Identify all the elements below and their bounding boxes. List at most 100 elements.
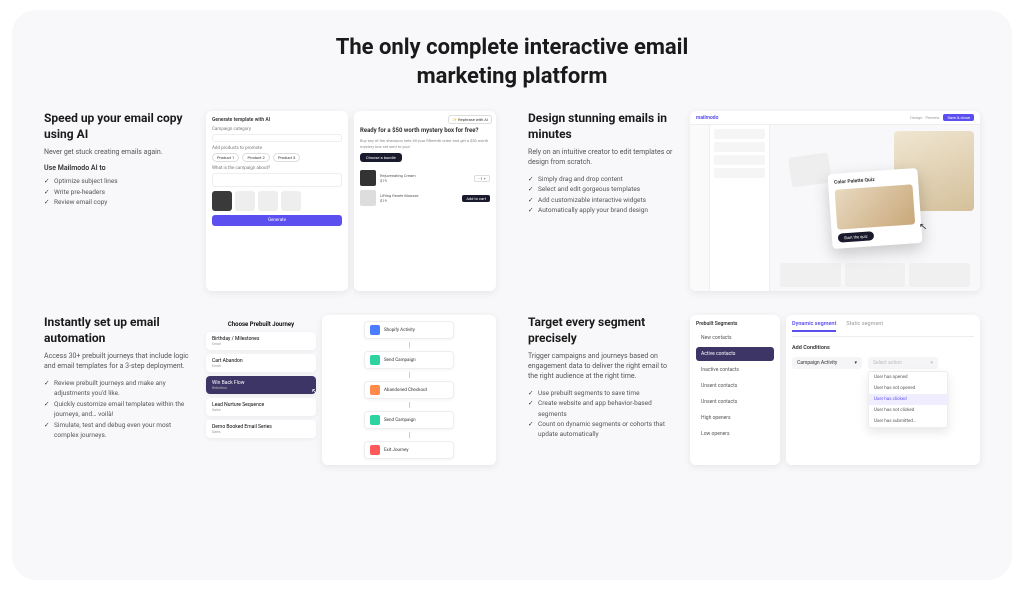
editor-panel: mailmodo Design Preview Save & close	[690, 111, 980, 291]
recommendations-row	[780, 263, 970, 287]
feature-title: Instantly set up email automation	[44, 315, 194, 346]
textarea-input[interactable]	[212, 173, 342, 187]
journey-flow: Shopify Activity Send Campaign Abandoned…	[322, 315, 496, 465]
operator-select[interactable]: Select action ▾	[868, 357, 938, 369]
journey-list: Choose Prebuilt Journey Birthday / Miles…	[206, 315, 316, 465]
preview-cta-button[interactable]: Choose a bundle	[360, 153, 402, 162]
journey-item-selected[interactable]: Win Back FlowRetention↖	[206, 376, 316, 394]
layer-item[interactable]	[714, 129, 765, 139]
editor-topbar: mailmodo Design Preview Save & close	[690, 111, 980, 125]
tab-static[interactable]: Static segment	[846, 321, 883, 332]
dropdown-option[interactable]: User has opened	[869, 372, 947, 383]
sidebar-title: Prebuilt Segments	[696, 321, 774, 327]
feature-ai-copy: Speed up your email copy using AI Never …	[44, 111, 496, 291]
rec-item	[845, 263, 906, 287]
dropdown-option[interactable]: User has not clicked	[869, 405, 947, 416]
pill[interactable]: Product 2	[242, 153, 269, 162]
thumb-icon[interactable]	[281, 191, 301, 211]
pill[interactable]: Product 1	[212, 153, 239, 162]
preview-heading: Ready for a $50 worth mystery box for fr…	[360, 127, 490, 134]
rec-item	[909, 263, 970, 287]
condition-row: Campaign Activity ▾ Select action ▾ User…	[792, 357, 974, 369]
layer-item[interactable]	[714, 168, 765, 178]
bullet: Select and edit gorgeous templates	[528, 184, 678, 194]
segment-item[interactable]: Unsent contacts	[696, 379, 774, 393]
dropdown-option-highlighted[interactable]: User has clicked	[869, 394, 947, 405]
feature-bullets: Use prebuilt segments to save time Creat…	[528, 388, 678, 440]
marketing-page: The only complete interactive email mark…	[12, 10, 1012, 580]
hero-line-1: The only complete interactive email	[336, 35, 689, 60]
flow-node[interactable]: Shopify Activity	[364, 321, 454, 339]
pill[interactable]: Product 3	[273, 153, 300, 162]
preview-body: Buy any of the shampoo sets till your fi…	[360, 138, 490, 149]
connector-icon	[409, 372, 410, 378]
feature-bullets: Review prebuilt journeys and make any ad…	[44, 378, 194, 440]
bullet: Write pre-headers	[44, 187, 194, 197]
condition-icon	[370, 385, 380, 395]
journey-item[interactable]: Lead Nurture SequenceSales	[206, 398, 316, 416]
bullet: Automatically apply your brand design	[528, 205, 678, 215]
trigger-icon	[370, 325, 380, 335]
segment-item[interactable]: New contacts	[696, 331, 774, 345]
rephrase-label: Rephrase with AI	[458, 117, 488, 122]
flow-node[interactable]: Send Campaign	[364, 411, 454, 429]
qty-stepper[interactable]: - 1 +	[474, 175, 490, 182]
segment-item[interactable]: Unsent contacts	[696, 395, 774, 409]
ai-generate-panel: Generate template with AI Campaign categ…	[206, 111, 348, 291]
tab-dynamic[interactable]: Dynamic segment	[792, 321, 836, 332]
journey-item[interactable]: Demo Booked Email SeriesSales	[206, 420, 316, 438]
connector-icon	[409, 342, 410, 348]
thumb-icon[interactable]	[235, 191, 255, 211]
hero-title: The only complete interactive email mark…	[44, 34, 980, 91]
flow-node[interactable]: Exit Journey	[364, 441, 454, 459]
product-pills: Product 1 Product 2 Product 3	[212, 153, 342, 162]
feature-mock: Choose Prebuilt Journey Birthday / Miles…	[206, 315, 496, 465]
segment-item-active[interactable]: Active contacts	[696, 347, 774, 361]
journey-item[interactable]: Birthday / MilestonesEmail	[206, 332, 316, 350]
select-value: Campaign Activity	[797, 360, 837, 366]
feature-bullets: Simply drag and drop content Select and …	[528, 174, 678, 216]
save-button[interactable]: Save & close	[943, 114, 974, 121]
layer-item[interactable]	[714, 142, 765, 152]
image-thumbs	[212, 191, 342, 211]
thumb-icon[interactable]	[258, 191, 278, 211]
rec-item	[780, 263, 841, 287]
dropdown-option[interactable]: User has submitted...	[869, 416, 947, 427]
thumb-icon[interactable]	[212, 191, 232, 211]
dropdown-option[interactable]: User has not opened	[869, 383, 947, 394]
select-input[interactable]	[212, 134, 342, 142]
generate-button[interactable]: Generate	[212, 215, 342, 226]
node-label: Abandoned Checkout	[384, 388, 427, 393]
feature-grid: Speed up your email copy using AI Never …	[44, 111, 980, 465]
feature-mock: Generate template with AI Campaign categ…	[206, 111, 496, 291]
condition-select[interactable]: Campaign Activity ▾	[792, 357, 862, 369]
conditions-title: Add Conditions	[792, 345, 974, 351]
connector-icon	[409, 432, 410, 438]
flow-node[interactable]: Abandoned Checkout	[364, 381, 454, 399]
feature-title: Speed up your email copy using AI	[44, 111, 194, 142]
card-cta-button[interactable]: Start the quiz	[838, 231, 874, 242]
journey-item[interactable]: Cart AbandonEmail	[206, 354, 316, 372]
segment-item[interactable]: Inactive contacts	[696, 363, 774, 377]
product-image-icon	[360, 170, 376, 186]
editor-body: Color Palette Quiz Start the quiz ↖	[690, 125, 980, 291]
node-label: Send Campaign	[384, 418, 416, 423]
feature-subtitle: Rely on an intuitive creator to edit tem…	[528, 148, 678, 168]
nav-item[interactable]: Preview	[925, 115, 939, 120]
segment-item[interactable]: Low openers	[696, 427, 774, 441]
bullet: Use prebuilt segments to save time	[528, 388, 678, 398]
feature-design: Design stunning emails in minutes Rely o…	[528, 111, 980, 291]
rephrase-badge[interactable]: ✨ Rephrase with AI	[448, 115, 492, 124]
segment-item[interactable]: High openers	[696, 411, 774, 425]
layer-item[interactable]	[714, 155, 765, 165]
flow-node[interactable]: Send Campaign	[364, 351, 454, 369]
feature-title: Design stunning emails in minutes	[528, 111, 678, 142]
bullet: Optimize subject lines	[44, 176, 194, 186]
journey-tag: Email	[212, 364, 310, 368]
layers-panel	[710, 125, 770, 291]
feature-lead: Use Mailmodo AI to	[44, 164, 194, 172]
product-row: Lifting Renée Mousse $19 Add to cart	[360, 190, 490, 206]
nav-item[interactable]: Design	[910, 115, 922, 120]
add-to-cart-button[interactable]: Add to cart	[462, 195, 490, 202]
quiz-card[interactable]: Color Palette Quiz Start the quiz ↖	[827, 168, 922, 249]
